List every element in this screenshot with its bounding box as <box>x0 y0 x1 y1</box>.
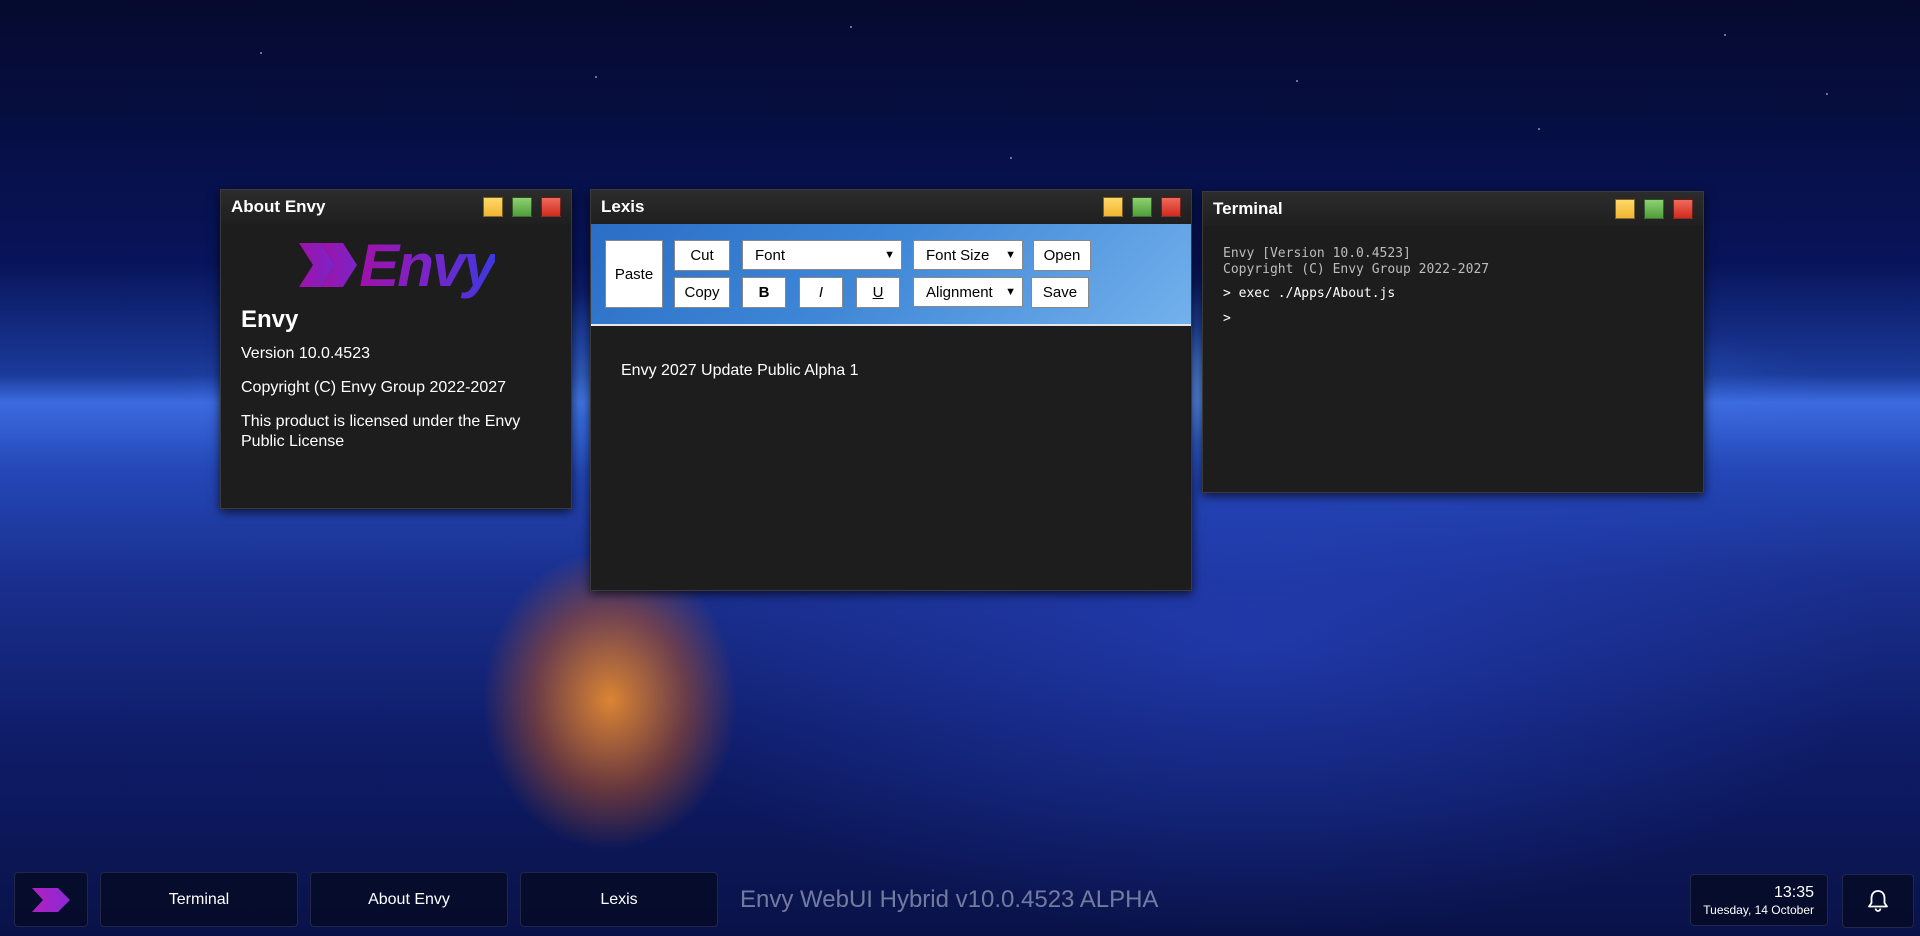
clock-time: 13:35 <box>1773 884 1814 901</box>
minimize-button[interactable] <box>1103 197 1123 217</box>
close-button[interactable] <box>541 197 561 217</box>
about-envy-window[interactable]: About Envy Envy Envy Version 10.0.4523 C… <box>220 189 572 509</box>
star <box>850 26 852 28</box>
italic-button[interactable]: I <box>799 277 843 308</box>
star <box>1724 34 1726 36</box>
font-select[interactable]: Font ▼ <box>742 240 902 270</box>
copyright-text: Copyright (C) Envy Group 2022-2027 <box>241 379 507 396</box>
terminal-window[interactable]: Terminal Envy [Version 10.0.4523] Copyri… <box>1202 191 1704 493</box>
document-editor[interactable]: Envy 2027 Update Public Alpha 1 <box>591 326 1191 416</box>
chevron-down-icon: ▼ <box>1005 249 1016 261</box>
license-text: This product is licensed under the Envy … <box>241 413 521 450</box>
chevron-down-icon: ▼ <box>884 249 895 261</box>
copy-button[interactable]: Copy <box>674 277 730 308</box>
star <box>595 76 597 78</box>
terminal-header-line: Copyright (C) Envy Group 2022-2027 <box>1223 262 1490 277</box>
underline-button[interactable]: U <box>856 277 900 308</box>
alignment-select[interactable]: Alignment ▼ <box>913 277 1023 307</box>
star <box>1296 80 1298 82</box>
notifications-button[interactable] <box>1842 874 1914 928</box>
taskbar-item-terminal[interactable]: Terminal <box>100 872 298 927</box>
bold-button[interactable]: B <box>742 277 786 308</box>
envy-chevron-icon <box>32 887 70 912</box>
cut-button[interactable]: Cut <box>674 240 730 271</box>
star <box>1826 93 1828 95</box>
star <box>260 52 262 54</box>
close-button[interactable] <box>1673 199 1693 219</box>
envy-logo: Envy <box>241 230 551 300</box>
lexis-window[interactable]: Lexis Paste Cut Copy Font ▼ B I U Font S… <box>590 189 1192 591</box>
star <box>1538 128 1540 130</box>
about-titlebar[interactable]: About Envy <box>221 190 571 224</box>
terminal-command-line: > exec ./Apps/About.js <box>1223 286 1396 301</box>
terminal-output[interactable]: Envy [Version 10.0.4523] Copyright (C) E… <box>1203 226 1703 346</box>
maximize-button[interactable] <box>1132 197 1152 217</box>
star <box>1010 157 1012 159</box>
terminal-prompt[interactable]: > <box>1223 311 1683 326</box>
chevron-down-icon: ▼ <box>1005 286 1016 298</box>
start-button[interactable] <box>14 872 88 927</box>
font-select-value: Font <box>755 246 786 264</box>
save-button[interactable]: Save <box>1031 277 1089 308</box>
build-label: Envy WebUI Hybrid v10.0.4523 ALPHA <box>740 886 1159 913</box>
font-size-select-value: Font Size <box>926 246 990 264</box>
product-name: Envy <box>241 306 299 333</box>
minimize-button[interactable] <box>1615 199 1635 219</box>
document-text: Envy 2027 Update Public Alpha 1 <box>621 362 859 379</box>
maximize-button[interactable] <box>512 197 532 217</box>
alignment-select-value: Alignment <box>926 283 993 301</box>
lexis-titlebar[interactable]: Lexis <box>591 190 1191 224</box>
logo-text: Envy <box>359 231 496 299</box>
maximize-button[interactable] <box>1644 199 1664 219</box>
open-button[interactable]: Open <box>1033 240 1091 271</box>
taskbar-item-lexis[interactable]: Lexis <box>520 872 718 927</box>
window-title: Terminal <box>1213 199 1283 218</box>
close-button[interactable] <box>1161 197 1181 217</box>
lexis-toolbar: Paste Cut Copy Font ▼ B I U Font Size ▼ … <box>591 224 1191 326</box>
envy-chevron-icon <box>299 243 358 287</box>
bell-icon <box>1868 890 1888 912</box>
window-title: About Envy <box>231 197 326 216</box>
window-title: Lexis <box>601 197 645 216</box>
terminal-titlebar[interactable]: Terminal <box>1203 192 1703 226</box>
paste-button[interactable]: Paste <box>605 240 663 308</box>
version-text: Version 10.0.4523 <box>241 345 370 362</box>
font-size-select[interactable]: Font Size ▼ <box>913 240 1023 270</box>
minimize-button[interactable] <box>483 197 503 217</box>
clock[interactable]: 13:35 Tuesday, 14 October <box>1690 874 1828 926</box>
terminal-header-line: Envy [Version 10.0.4523] <box>1223 246 1411 261</box>
taskbar-item-about-envy[interactable]: About Envy <box>310 872 508 927</box>
clock-date: Tuesday, 14 October <box>1703 903 1814 917</box>
